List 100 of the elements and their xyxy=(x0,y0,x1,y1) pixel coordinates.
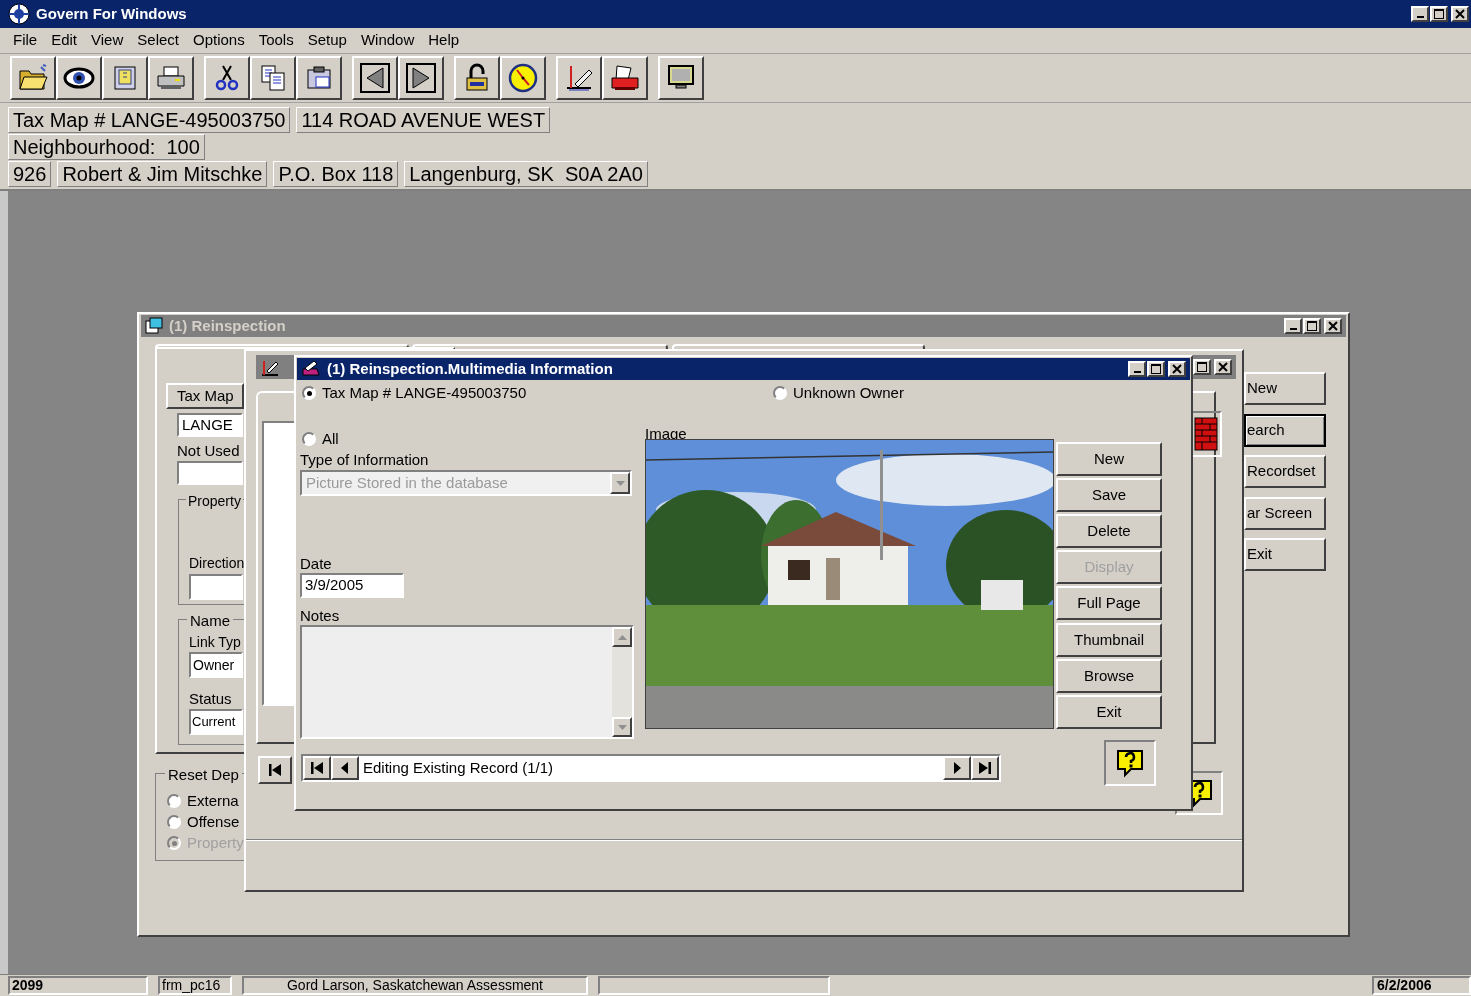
radio-button[interactable] xyxy=(167,794,181,809)
toolbar-button[interactable] xyxy=(250,56,296,100)
field-label: Date xyxy=(300,554,332,574)
tax-map-button[interactable]: Tax Map xyxy=(166,383,244,409)
text-field[interactable] xyxy=(177,461,243,485)
clock-icon xyxy=(507,62,539,94)
push-button[interactable]: ar Screen xyxy=(1244,497,1326,530)
maximize-icon xyxy=(1151,364,1161,374)
menu-item[interactable]: Tools xyxy=(251,29,301,52)
menu-item[interactable]: View xyxy=(84,29,131,52)
push-button[interactable]: Save xyxy=(1056,478,1162,512)
status-panel: frm_pc16 xyxy=(158,975,232,995)
radio-button[interactable] xyxy=(167,815,181,830)
radio-button[interactable] xyxy=(302,432,316,447)
toolbar-button[interactable] xyxy=(148,56,194,100)
menu-item[interactable]: Setup xyxy=(300,29,354,52)
toolbar-button[interactable] xyxy=(352,56,398,100)
maximize-button[interactable] xyxy=(1147,361,1165,377)
minimize-button[interactable] xyxy=(1284,318,1302,334)
menu-item[interactable]: Options xyxy=(186,29,252,52)
field-label: Type of Information xyxy=(300,450,429,470)
radio-button[interactable] xyxy=(773,386,787,401)
toolbar-button[interactable] xyxy=(500,56,546,100)
info-field: 114 ROAD AVENUE WEST xyxy=(296,106,551,133)
menu-item[interactable]: Window xyxy=(353,29,422,52)
text-field[interactable] xyxy=(189,574,243,600)
maximize-icon xyxy=(1434,9,1444,19)
text-field[interactable]: Owner xyxy=(189,652,243,678)
maximize-icon xyxy=(1307,321,1317,331)
toolbar-button[interactable] xyxy=(602,56,648,100)
minimize-icon xyxy=(1133,371,1141,373)
radio-label: All xyxy=(322,429,339,449)
first-record-button[interactable] xyxy=(258,756,292,784)
menu-item[interactable]: Select xyxy=(130,29,186,52)
push-button[interactable]: Exit xyxy=(1244,538,1326,571)
window-icon xyxy=(145,317,163,335)
minimize-button[interactable] xyxy=(1128,361,1146,377)
maximize-button[interactable] xyxy=(1193,359,1211,375)
close-button[interactable] xyxy=(1168,361,1186,377)
toolbar-button[interactable] xyxy=(296,56,342,100)
info-field: P.O. Box 118 xyxy=(273,160,399,187)
compass-icon xyxy=(8,3,30,25)
toolbar-button[interactable] xyxy=(398,56,444,100)
minimize-icon xyxy=(1289,328,1297,330)
close-button[interactable] xyxy=(1451,6,1469,22)
window-title: (1) Reinspection xyxy=(169,315,286,336)
push-button[interactable]: New xyxy=(1056,442,1162,476)
push-button[interactable]: Browse xyxy=(1056,659,1162,693)
minimize-button[interactable] xyxy=(1411,6,1429,22)
push-button[interactable]: earch xyxy=(1244,414,1326,447)
push-button[interactable]: Exit xyxy=(1056,695,1162,729)
radio-label: Externa xyxy=(187,791,239,811)
scroll-up-button[interactable] xyxy=(612,627,632,647)
close-icon xyxy=(1172,364,1182,374)
last-icon xyxy=(978,761,992,775)
toolbar-button[interactable] xyxy=(102,56,148,100)
scroll-down-button[interactable] xyxy=(612,717,632,737)
maximize-button[interactable] xyxy=(1303,318,1321,334)
info-field: Langenburg, SK S0A 2A0 xyxy=(404,160,648,187)
menu-item[interactable]: Edit xyxy=(44,29,85,52)
text-field[interactable]: 3/9/2005 xyxy=(300,573,404,598)
field-label: Not Used xyxy=(177,441,240,461)
close-button[interactable] xyxy=(1214,359,1232,375)
menu-item[interactable]: Help xyxy=(421,29,467,52)
push-button[interactable]: Recordset xyxy=(1244,455,1326,488)
toolbar-button[interactable] xyxy=(10,56,56,100)
text-field[interactable]: Current xyxy=(189,709,243,735)
radio-label: Tax Map # LANGE-495003750 xyxy=(322,383,527,403)
push-button[interactable]: Thumbnail xyxy=(1056,623,1162,657)
scrollbar[interactable] xyxy=(612,627,632,737)
status-panel: Gord Larson, Saskatchewan Assessment xyxy=(242,975,588,995)
next-record-button[interactable] xyxy=(943,756,971,780)
toolbar-button[interactable] xyxy=(658,56,704,100)
toolbar-button[interactable] xyxy=(56,56,102,100)
close-button[interactable] xyxy=(1324,318,1342,334)
down-arrow-icon xyxy=(617,724,627,730)
toolbar-button[interactable] xyxy=(204,56,250,100)
status-panel: 6/2/2006 xyxy=(1372,975,1471,995)
maximize-button[interactable] xyxy=(1430,6,1448,22)
radio-label: Unknown Owner xyxy=(793,383,904,403)
last-record-button[interactable] xyxy=(971,756,999,780)
close-icon xyxy=(1218,362,1228,372)
first-record-button[interactable] xyxy=(303,756,331,780)
push-button[interactable]: New xyxy=(1244,372,1326,405)
push-button[interactable]: Delete xyxy=(1056,514,1162,548)
help-button[interactable] xyxy=(1104,740,1156,786)
menu-item[interactable]: File xyxy=(6,29,45,52)
notes-field[interactable] xyxy=(300,625,634,739)
window-icon xyxy=(301,359,321,379)
previous-record-button[interactable] xyxy=(331,756,359,780)
up-arrow-icon xyxy=(617,634,627,640)
text-field[interactable]: LANGE xyxy=(177,413,243,437)
close-icon xyxy=(1328,321,1338,331)
window-title: (1) Reinspection.Multimedia Information xyxy=(327,358,613,379)
brick-icon xyxy=(1194,417,1218,451)
toolbar-button[interactable] xyxy=(556,56,602,100)
toolbar-button[interactable] xyxy=(454,56,500,100)
radio-button[interactable] xyxy=(302,386,316,401)
push-button[interactable]: Full Page xyxy=(1056,586,1162,620)
caret-icon xyxy=(615,480,625,486)
